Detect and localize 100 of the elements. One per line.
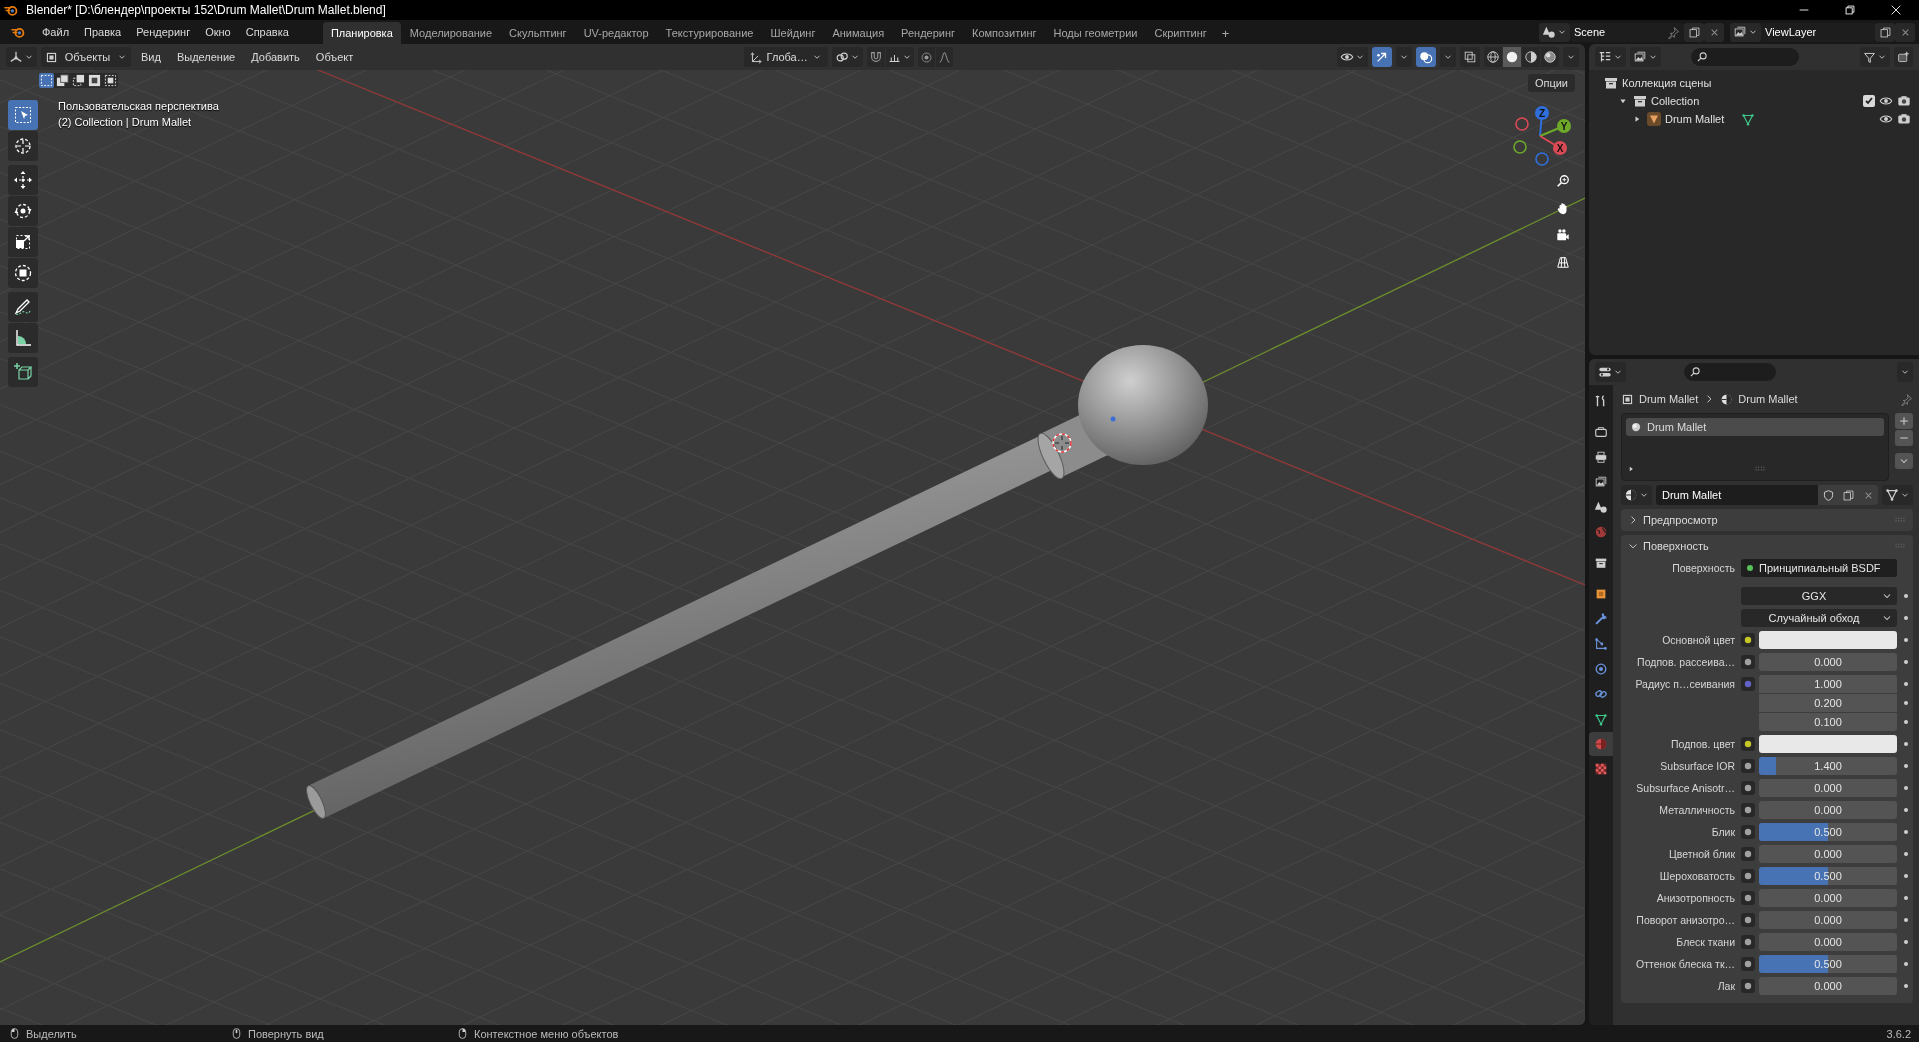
tree-item[interactable]: Коллекция сцены <box>1622 77 1712 89</box>
number-field[interactable]: 0.000 <box>1759 933 1897 951</box>
workspace-tab[interactable]: Моделирование <box>401 22 501 44</box>
new-view-layer-button[interactable] <box>1875 22 1895 42</box>
tool-button[interactable] <box>8 131 38 161</box>
number-field[interactable]: 0.200 <box>1759 694 1897 712</box>
axis-handle[interactable] <box>1513 140 1527 154</box>
socket-icon[interactable] <box>1741 803 1755 817</box>
search-field[interactable] <box>1691 48 1799 66</box>
axis-handle[interactable] <box>1515 117 1529 131</box>
axis-handle[interactable] <box>1535 152 1549 166</box>
camera-icon[interactable] <box>1897 112 1911 126</box>
new-scene-button[interactable] <box>1684 22 1704 42</box>
socket-icon[interactable] <box>1741 979 1755 993</box>
select-mode-button[interactable] <box>55 73 70 88</box>
menu-item[interactable]: Вид <box>135 48 167 66</box>
shading-button[interactable] <box>1484 47 1502 67</box>
axis-handle[interactable]: Y <box>1539 119 1571 137</box>
menu-item[interactable]: Рендеринг <box>129 23 198 41</box>
tool-button[interactable] <box>8 165 38 195</box>
toggle-button[interactable] <box>1416 47 1436 67</box>
tool-button[interactable] <box>8 292 38 322</box>
scene-field[interactable]: Scene <box>1570 22 1684 42</box>
socket-icon[interactable] <box>1741 633 1755 647</box>
toggle-button[interactable] <box>1372 47 1392 67</box>
material-slot[interactable]: Drum Mallet <box>1626 418 1884 436</box>
workspace-tab[interactable]: Скриптинг <box>1146 22 1215 44</box>
copy-icon[interactable] <box>1841 488 1855 502</box>
add-slot-button[interactable] <box>1895 413 1913 429</box>
socket-icon[interactable] <box>1741 869 1755 883</box>
workspace-tab[interactable]: Рендеринг <box>893 22 964 44</box>
falloff-dropdown[interactable] <box>935 47 953 67</box>
visibility-dropdown[interactable] <box>1337 47 1368 67</box>
number-field[interactable]: 0.500 <box>1759 823 1897 841</box>
tool-button[interactable] <box>8 258 38 288</box>
menu-item[interactable]: Файл <box>35 23 77 41</box>
eye-icon[interactable] <box>1879 112 1893 126</box>
socket-icon[interactable] <box>1741 957 1755 971</box>
socket-icon[interactable] <box>1741 913 1755 927</box>
new-collection-button[interactable] <box>1894 47 1913 67</box>
tool-button[interactable] <box>8 196 38 226</box>
color-swatch[interactable] <box>1759 631 1897 649</box>
shading-button[interactable] <box>1522 47 1540 67</box>
select-mode-button[interactable] <box>71 73 86 88</box>
select-mode-button[interactable] <box>87 73 102 88</box>
proportional-toggle[interactable] <box>917 47 935 67</box>
tool-button[interactable] <box>8 227 38 257</box>
socket-icon[interactable] <box>1741 935 1755 949</box>
tool-button[interactable] <box>8 357 38 387</box>
view-layer-browse-button[interactable] <box>1730 22 1761 42</box>
menu-item[interactable]: Объект <box>309 48 360 66</box>
add-workspace-button[interactable]: + <box>1215 23 1236 44</box>
dropdown[interactable]: Случайный обход <box>1741 609 1897 627</box>
delete-view-layer-button[interactable] <box>1895 22 1915 42</box>
workspace-tab[interactable]: Ноды геометрии <box>1045 22 1146 44</box>
number-field[interactable]: 1.000 <box>1759 675 1897 693</box>
menu-item[interactable]: Правка <box>77 23 129 41</box>
filter-button[interactable] <box>1860 47 1890 67</box>
editor-type-button[interactable] <box>6 47 37 67</box>
number-field[interactable]: 0.000 <box>1759 889 1897 907</box>
workspace-tab[interactable]: Шейдинг <box>762 22 824 44</box>
menu-item[interactable]: Окно <box>198 23 238 41</box>
remove-slot-button[interactable] <box>1895 430 1913 446</box>
eye-icon[interactable] <box>1879 94 1893 108</box>
camera-icon[interactable] <box>1897 94 1911 108</box>
toggle-button[interactable] <box>1460 47 1480 67</box>
snap-toggle[interactable] <box>866 47 885 67</box>
number-field[interactable]: 0.500 <box>1759 955 1897 973</box>
scene-browse-button[interactable] <box>1539 22 1570 42</box>
mode-dropdown[interactable]: Объекты <box>41 47 131 67</box>
pin-icon[interactable] <box>1900 392 1913 406</box>
delete-scene-button[interactable] <box>1704 22 1724 42</box>
socket-icon[interactable] <box>1741 655 1755 669</box>
material-browse-button[interactable] <box>1621 485 1652 505</box>
workspace-tab[interactable]: Текстурирование <box>657 22 762 44</box>
number-field[interactable]: 0.100 <box>1759 713 1897 731</box>
panel-header[interactable]: Поверхность <box>1621 535 1913 557</box>
number-field[interactable]: 1.400 <box>1759 757 1897 775</box>
menu-item[interactable]: Добавить <box>245 48 306 66</box>
tree-item[interactable]: Drum Mallet <box>1665 113 1725 125</box>
editor-type-button[interactable] <box>1595 47 1626 67</box>
number-field[interactable]: 0.000 <box>1759 779 1897 797</box>
number-field[interactable]: 0.000 <box>1759 911 1897 929</box>
socket-icon[interactable] <box>1741 891 1755 905</box>
view-layer-field[interactable]: ViewLayer <box>1761 22 1875 42</box>
options-button[interactable]: Опции <box>1527 74 1575 92</box>
tree-item[interactable]: Collection <box>1651 95 1700 107</box>
shield-icon[interactable] <box>1821 488 1835 502</box>
editor-type-button[interactable] <box>1595 362 1626 382</box>
dropdown[interactable]: GGX <box>1741 587 1897 605</box>
socket-icon[interactable] <box>1741 825 1755 839</box>
snap-target-dropdown[interactable] <box>885 47 914 67</box>
socket-icon[interactable] <box>1741 781 1755 795</box>
number-field[interactable]: 0.000 <box>1759 977 1897 995</box>
search-field[interactable] <box>1684 363 1776 381</box>
shading-button[interactable] <box>1503 47 1521 67</box>
number-field[interactable]: 0.000 <box>1759 653 1897 671</box>
socket-icon[interactable] <box>1741 759 1755 773</box>
number-field[interactable]: 0.500 <box>1759 867 1897 885</box>
menu-item[interactable]: Выделение <box>170 48 242 66</box>
